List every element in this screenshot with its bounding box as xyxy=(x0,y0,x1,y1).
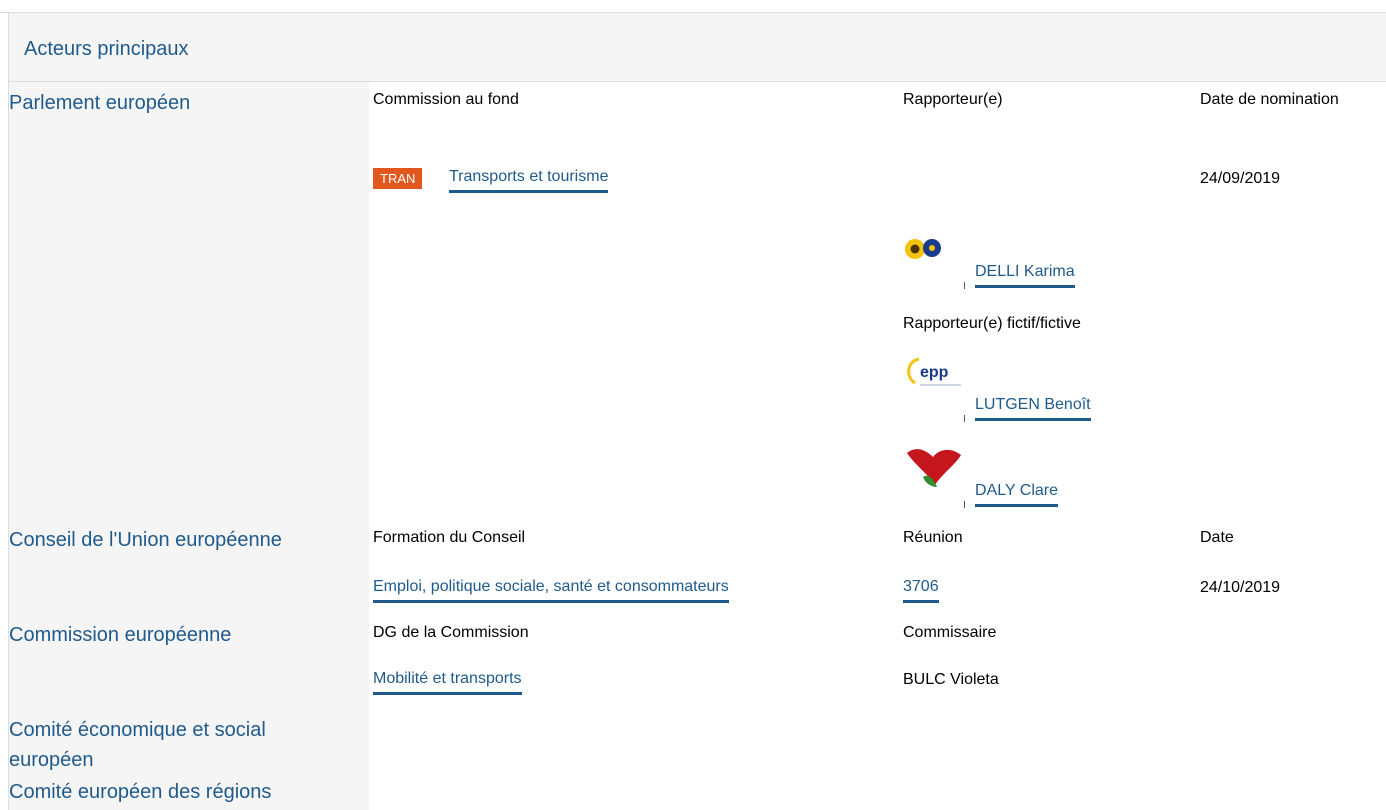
council-meeting-link[interactable]: 3706 xyxy=(903,576,939,603)
actor-commission: Commission européenne xyxy=(9,624,232,646)
rapporteur-link[interactable]: DELLI Karima xyxy=(975,261,1075,288)
council-date-header: Date xyxy=(1200,529,1234,546)
svg-text:epp: epp xyxy=(920,364,949,381)
greens-efa-logo-icon xyxy=(905,239,941,259)
section-title: Acteurs principaux xyxy=(24,38,189,60)
council-meeting-header: Réunion xyxy=(903,529,963,546)
committee-link[interactable]: Transports et tourisme xyxy=(449,166,609,193)
epp-logo-icon: epp xyxy=(907,357,961,386)
committee-header: Commission au fond xyxy=(373,91,519,108)
image-marker xyxy=(964,282,965,289)
commission-dg-header: DG de la Commission xyxy=(373,624,529,641)
shadow-rapporteur-header: Rapporteur(e) fictif/fictive xyxy=(903,315,1081,332)
commissioner-name: BULC Violeta xyxy=(903,671,999,688)
council-formation-link[interactable]: Emploi, politique sociale, santé et cons… xyxy=(373,576,729,603)
nomination-date: 24/09/2019 xyxy=(1200,170,1281,187)
gue-ngl-logo-icon xyxy=(907,449,961,487)
actor-cor: Comité européen des régions xyxy=(9,781,272,803)
shadow-rapporteur-1-link[interactable]: LUTGEN Benoît xyxy=(975,394,1091,421)
actor-council: Conseil de l'Union européenne xyxy=(9,529,282,551)
rapporteur-header: Rapporteur(e) xyxy=(903,91,1003,108)
image-marker xyxy=(964,415,965,422)
actors-column xyxy=(9,82,369,810)
commissioner-header: Commissaire xyxy=(903,624,997,641)
council-date: 24/10/2019 xyxy=(1200,579,1281,596)
council-formation-header: Formation du Conseil xyxy=(373,529,526,546)
commission-dg-link[interactable]: Mobilité et transports xyxy=(373,668,522,695)
image-marker xyxy=(964,501,965,508)
actor-eesc: Comité économique et social européen xyxy=(9,719,266,771)
nomination-date-header: Date de nomination xyxy=(1200,91,1339,108)
section-header xyxy=(9,13,1386,82)
shadow-rapporteur-2-link[interactable]: DALY Clare xyxy=(975,480,1058,507)
committee-code-badge: TRAN xyxy=(373,168,423,189)
actor-parliament: Parlement européen xyxy=(9,92,191,114)
